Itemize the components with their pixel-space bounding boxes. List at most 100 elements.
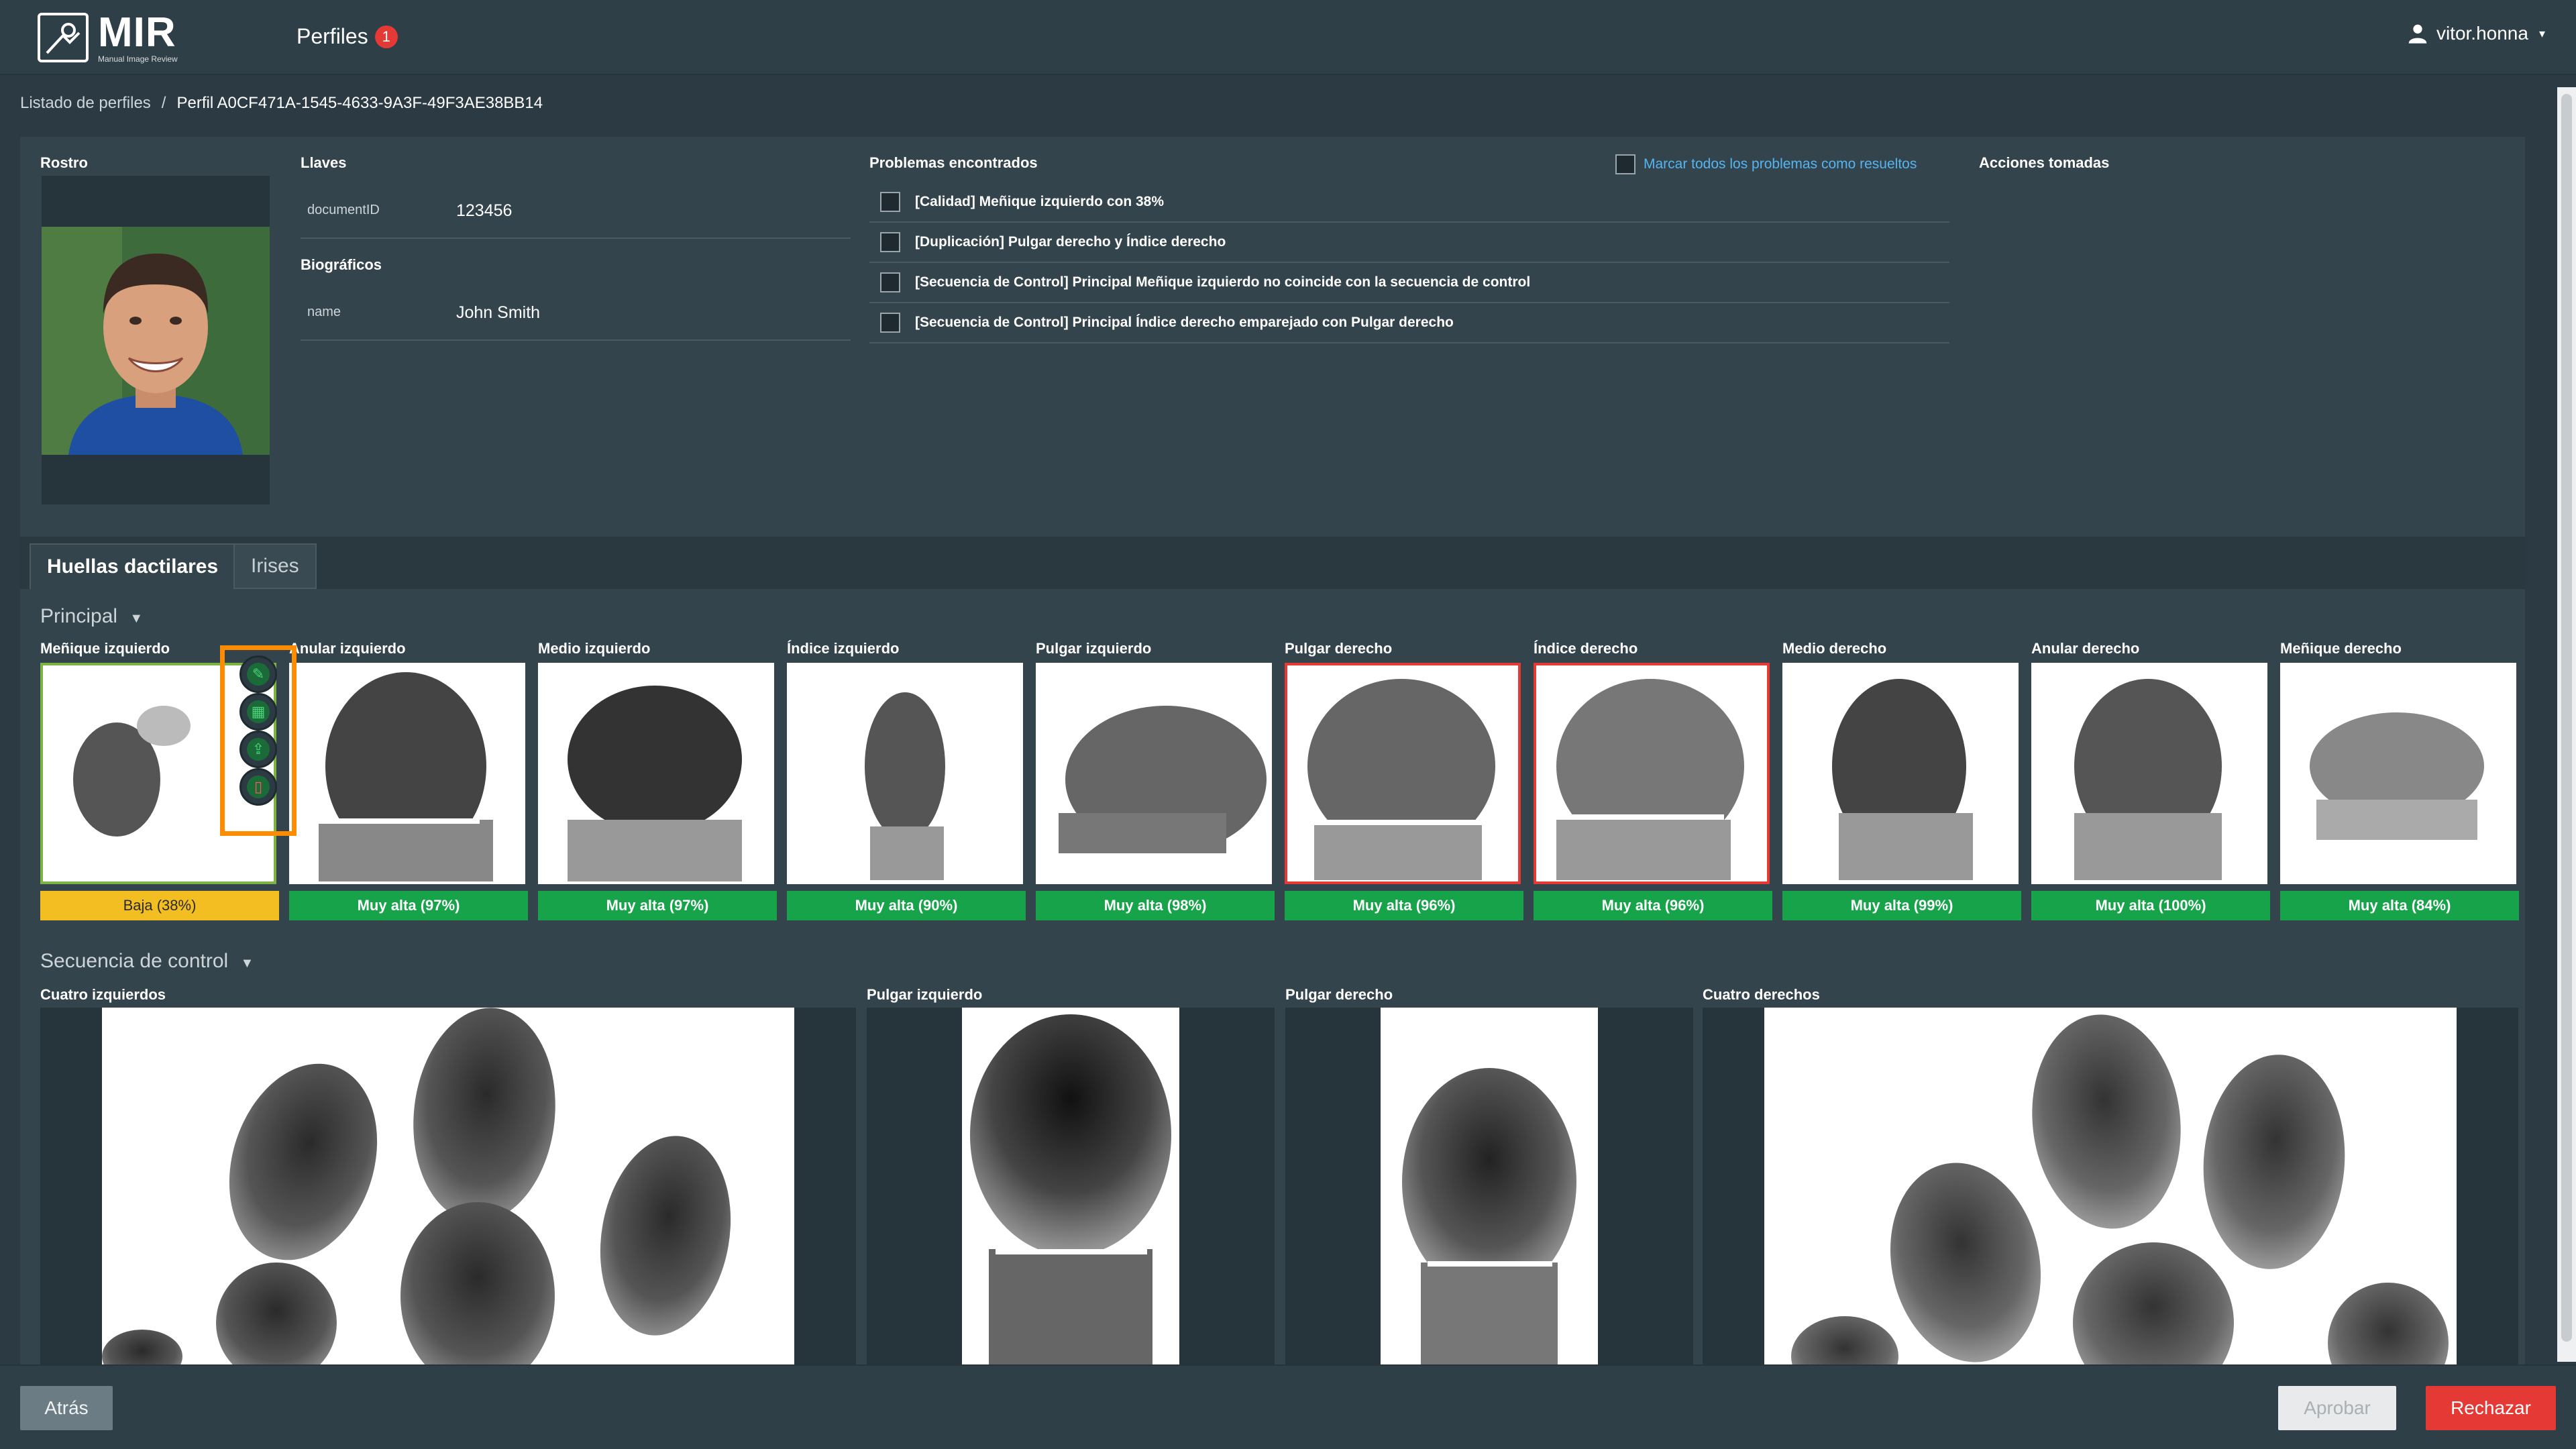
cs-thumb-left-image[interactable] — [962, 1008, 1179, 1364]
chevron-down-icon: ▼ — [129, 611, 144, 626]
finger-image[interactable] — [2031, 663, 2267, 884]
chevron-down-icon: ▾ — [2538, 26, 2545, 40]
quality-badge: Muy alta (98%) — [1036, 891, 1275, 920]
quality-badge: Muy alta (96%) — [1285, 891, 1523, 920]
finger-image[interactable] — [289, 663, 525, 884]
key-value: 123456 — [456, 201, 513, 220]
finger-image[interactable] — [1534, 663, 1770, 884]
nav-profiles[interactable]: Perfiles 1 — [297, 24, 398, 49]
back-button[interactable]: Atrás — [20, 1386, 113, 1430]
actions-label: Acciones tomadas — [1979, 154, 2110, 171]
upload-button[interactable]: ⇪ — [239, 731, 277, 768]
biographics-label: Biográficos — [301, 256, 382, 273]
bio-row-name: name John Smith — [301, 284, 851, 341]
finger-tools-highlight: ✎ ▦ ⇪ ▯ — [220, 645, 297, 836]
breadcrumb: Listado de perfiles / Perfil A0CF471A-15… — [20, 94, 543, 113]
reject-button[interactable]: Rechazar — [2426, 1386, 2556, 1430]
finger-image[interactable] — [1285, 663, 1521, 884]
cs-four-left-frame — [40, 1008, 856, 1364]
cs-label: Pulgar derecho — [1285, 986, 1393, 1003]
problems-label: Problemas encontrados — [869, 154, 1038, 171]
scrollbar-thumb[interactable] — [2561, 94, 2572, 1342]
key-row-documentid: documentID 123456 — [301, 182, 851, 239]
finger-label: Pulgar derecho — [1285, 640, 1393, 657]
notification-badge: 1 — [374, 25, 398, 48]
problem-text: [Calidad] Meñique izquierdo con 38% — [915, 194, 1165, 209]
finger-label: Anular derecho — [2031, 640, 2140, 657]
problem-item: [Secuencia de Control] Principal Índice … — [869, 303, 1949, 343]
quality-badge: Muy alta (100%) — [2031, 891, 2270, 920]
breadcrumb-separator: / — [161, 94, 166, 112]
quality-badge: Muy alta (97%) — [538, 891, 777, 920]
finger-image[interactable] — [538, 663, 774, 884]
replace-icon: ▦ — [247, 700, 270, 723]
mark-all-label[interactable]: Marcar todos los problemas como resuelto… — [1644, 156, 1917, 172]
profile-card: Rostro Llaves documentID 123456 Biográfi… — [20, 137, 2525, 1364]
edit-button[interactable]: ✎ — [239, 655, 277, 693]
principal-title: Principal — [40, 605, 118, 627]
keys-label: Llaves — [301, 154, 347, 171]
user-menu[interactable]: vitor.honna ▾ — [2407, 23, 2545, 44]
logo-text: MIR — [98, 9, 176, 56]
cs-four-right-image[interactable] — [1764, 1008, 2457, 1364]
delete-icon: ▯ — [247, 775, 270, 798]
finger-image[interactable] — [787, 663, 1023, 884]
tab-irises[interactable]: Irises — [233, 543, 317, 589]
problem-item: [Calidad] Meñique izquierdo con 38% — [869, 182, 1949, 223]
problem-checkbox[interactable] — [880, 232, 900, 252]
problems-list: [Calidad] Meñique izquierdo con 38% [Dup… — [869, 182, 1949, 343]
quality-badge: Muy alta (97%) — [289, 891, 528, 920]
breadcrumb-profiles-link[interactable]: Listado de perfiles — [20, 94, 151, 113]
bio-value: John Smith — [456, 303, 541, 322]
finger-image[interactable] — [2280, 663, 2516, 884]
user-icon — [2408, 24, 2427, 44]
breadcrumb-current: Perfil A0CF471A-1545-4633-9A3F-49F3AE38B… — [176, 94, 543, 112]
page-scrollbar[interactable] — [2557, 87, 2576, 1362]
mark-all-checkbox[interactable] — [1615, 154, 1635, 174]
quality-badge: Muy alta (96%) — [1534, 891, 1772, 920]
delete-button[interactable]: ▯ — [239, 768, 277, 806]
upload-icon: ⇪ — [247, 738, 270, 761]
problem-item: [Secuencia de Control] Principal Meñique… — [869, 263, 1949, 303]
cs-four-right-frame — [1703, 1008, 2518, 1364]
face-label: Rostro — [40, 154, 88, 171]
tab-fingerprints[interactable]: Huellas dactilares — [30, 543, 236, 589]
cs-thumb-right-frame — [1285, 1008, 1693, 1364]
app-logo[interactable]: MIR Manual Image Review — [38, 12, 178, 63]
nav-profiles-label: Perfiles — [297, 24, 368, 48]
face-photo[interactable] — [42, 227, 270, 455]
key-name: documentID — [307, 203, 380, 217]
logo-subtitle: Manual Image Review — [98, 54, 178, 64]
finger-label: Anular izquierdo — [289, 640, 406, 657]
finger-label: Meñique izquierdo — [40, 640, 170, 657]
problem-text: [Secuencia de Control] Principal Meñique… — [915, 274, 1531, 290]
top-bar: MIR Manual Image Review Perfiles 1 vitor… — [0, 0, 2576, 75]
problem-text: [Duplicación] Pulgar derecho y Índice de… — [915, 234, 1226, 250]
finger-label: Pulgar izquierdo — [1036, 640, 1152, 657]
problem-item: [Duplicación] Pulgar derecho y Índice de… — [869, 223, 1949, 263]
footer-actions: Atrás Aprobar Rechazar — [0, 1364, 2576, 1449]
cs-thumb-right-image[interactable] — [1381, 1008, 1598, 1364]
tabs-bar: Huellas dactilares Irises — [20, 537, 2525, 589]
cs-four-left-image[interactable] — [102, 1008, 794, 1364]
quality-badge: Muy alta (90%) — [787, 891, 1026, 920]
mark-all-resolved[interactable]: Marcar todos los problemas como resuelto… — [1615, 154, 1917, 174]
finger-label: Índice derecho — [1534, 640, 1638, 657]
problem-checkbox[interactable] — [880, 313, 900, 333]
face-panel — [42, 176, 270, 504]
quality-badge: Muy alta (99%) — [1782, 891, 2021, 920]
cs-label: Cuatro derechos — [1703, 986, 1820, 1003]
replace-button[interactable]: ▦ — [239, 693, 277, 731]
approve-button[interactable]: Aprobar — [2278, 1386, 2396, 1430]
cs-label: Pulgar izquierdo — [867, 986, 983, 1003]
problem-checkbox[interactable] — [880, 272, 900, 292]
problem-checkbox[interactable] — [880, 192, 900, 212]
finger-image[interactable] — [1782, 663, 2019, 884]
cs-thumb-left-frame — [867, 1008, 1275, 1364]
quality-badge: Baja (38%) — [40, 891, 279, 920]
quality-badge: Muy alta (84%) — [2280, 891, 2519, 920]
principal-section-toggle[interactable]: Principal ▼ — [40, 605, 143, 628]
control-section-toggle[interactable]: Secuencia de control ▼ — [40, 950, 254, 973]
problem-text: [Secuencia de Control] Principal Índice … — [915, 315, 1454, 330]
finger-image[interactable] — [1036, 663, 1272, 884]
